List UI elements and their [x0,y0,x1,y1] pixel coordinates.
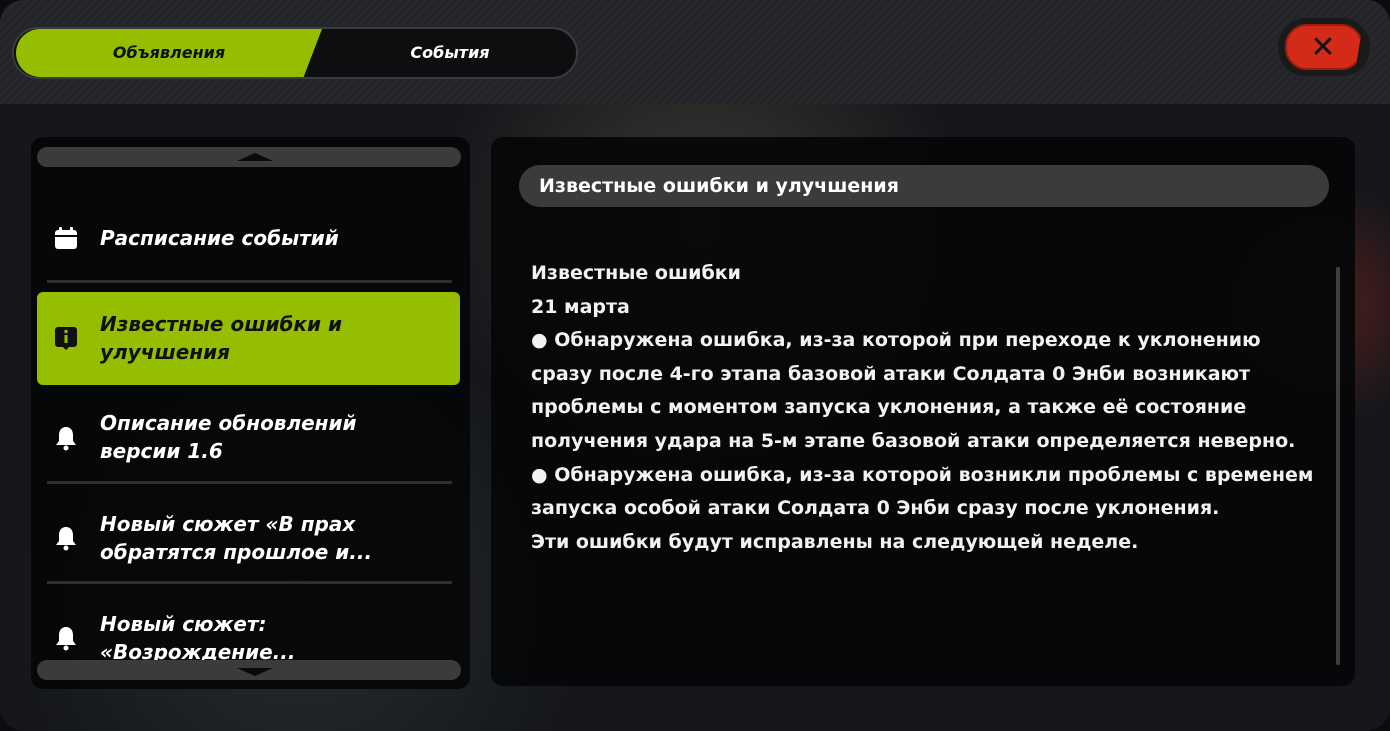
article-heading: Известные ошибки [531,262,741,284]
list-item-label: Новый сюжет «В прах обратятся прошлое и.… [100,512,373,564]
chevron-up-icon [237,153,273,161]
list-item-label: Новый сюжет: «Возрождение... [100,612,296,661]
tab-events[interactable]: События [300,29,600,77]
detail-scrollbar[interactable] [1336,267,1340,665]
list-item-known-issues[interactable]: Известные ошибки и улучшения [37,292,460,385]
article-bullet: ● Обнаружена ошибка, из-за которой возни… [531,463,1314,520]
scroll-up-button[interactable] [37,147,461,167]
announcement-list: Расписание событий Известные ошибки и ул… [31,137,470,689]
tab-announcements[interactable]: Объявления [16,29,322,77]
tab-bar: Объявления События [12,27,578,79]
close-button[interactable]: ✕ [1278,18,1370,76]
announcement-detail: Известные ошибки и улучшения Известные о… [491,137,1355,686]
bell-icon [56,627,76,651]
bell-icon [56,427,76,451]
article-date: 21 марта [531,295,630,318]
list-item-label: Описание обновлений версии 1.6 [100,411,357,463]
list-item-label: Расписание событий [100,226,339,250]
list-divider [47,280,452,283]
scroll-down-button[interactable] [37,660,461,680]
close-icon: ✕ [1310,30,1336,65]
list-item-update-notes[interactable]: Описание обновлений версии 1.6 [37,407,460,467]
list-divider [47,481,452,484]
list-item-event-schedule[interactable]: Расписание событий [37,217,460,257]
article-body: Известные ошибки 21 марта ● Обнаружена о… [531,257,1321,559]
info-icon [55,327,77,350]
list-item-story-rebirth[interactable]: Новый сюжет: «Возрождение... [37,609,460,661]
list-item-story-dust[interactable]: Новый сюжет «В прах обратятся прошлое и.… [37,509,460,567]
bell-icon [56,527,76,551]
announcements-window: Объявления События ✕ Расписание событий [0,0,1390,731]
detail-title: Известные ошибки и улучшения [519,165,1329,207]
list-divider [47,581,452,584]
list-item-label: Известные ошибки и улучшения [100,312,342,364]
calendar-icon [55,227,77,249]
chevron-down-icon [237,668,273,676]
article-footer: Эти ошибки будут исправлены на следующей… [531,530,1139,553]
article-bullet: ● Обнаружена ошибка, из-за которой при п… [531,329,1296,452]
